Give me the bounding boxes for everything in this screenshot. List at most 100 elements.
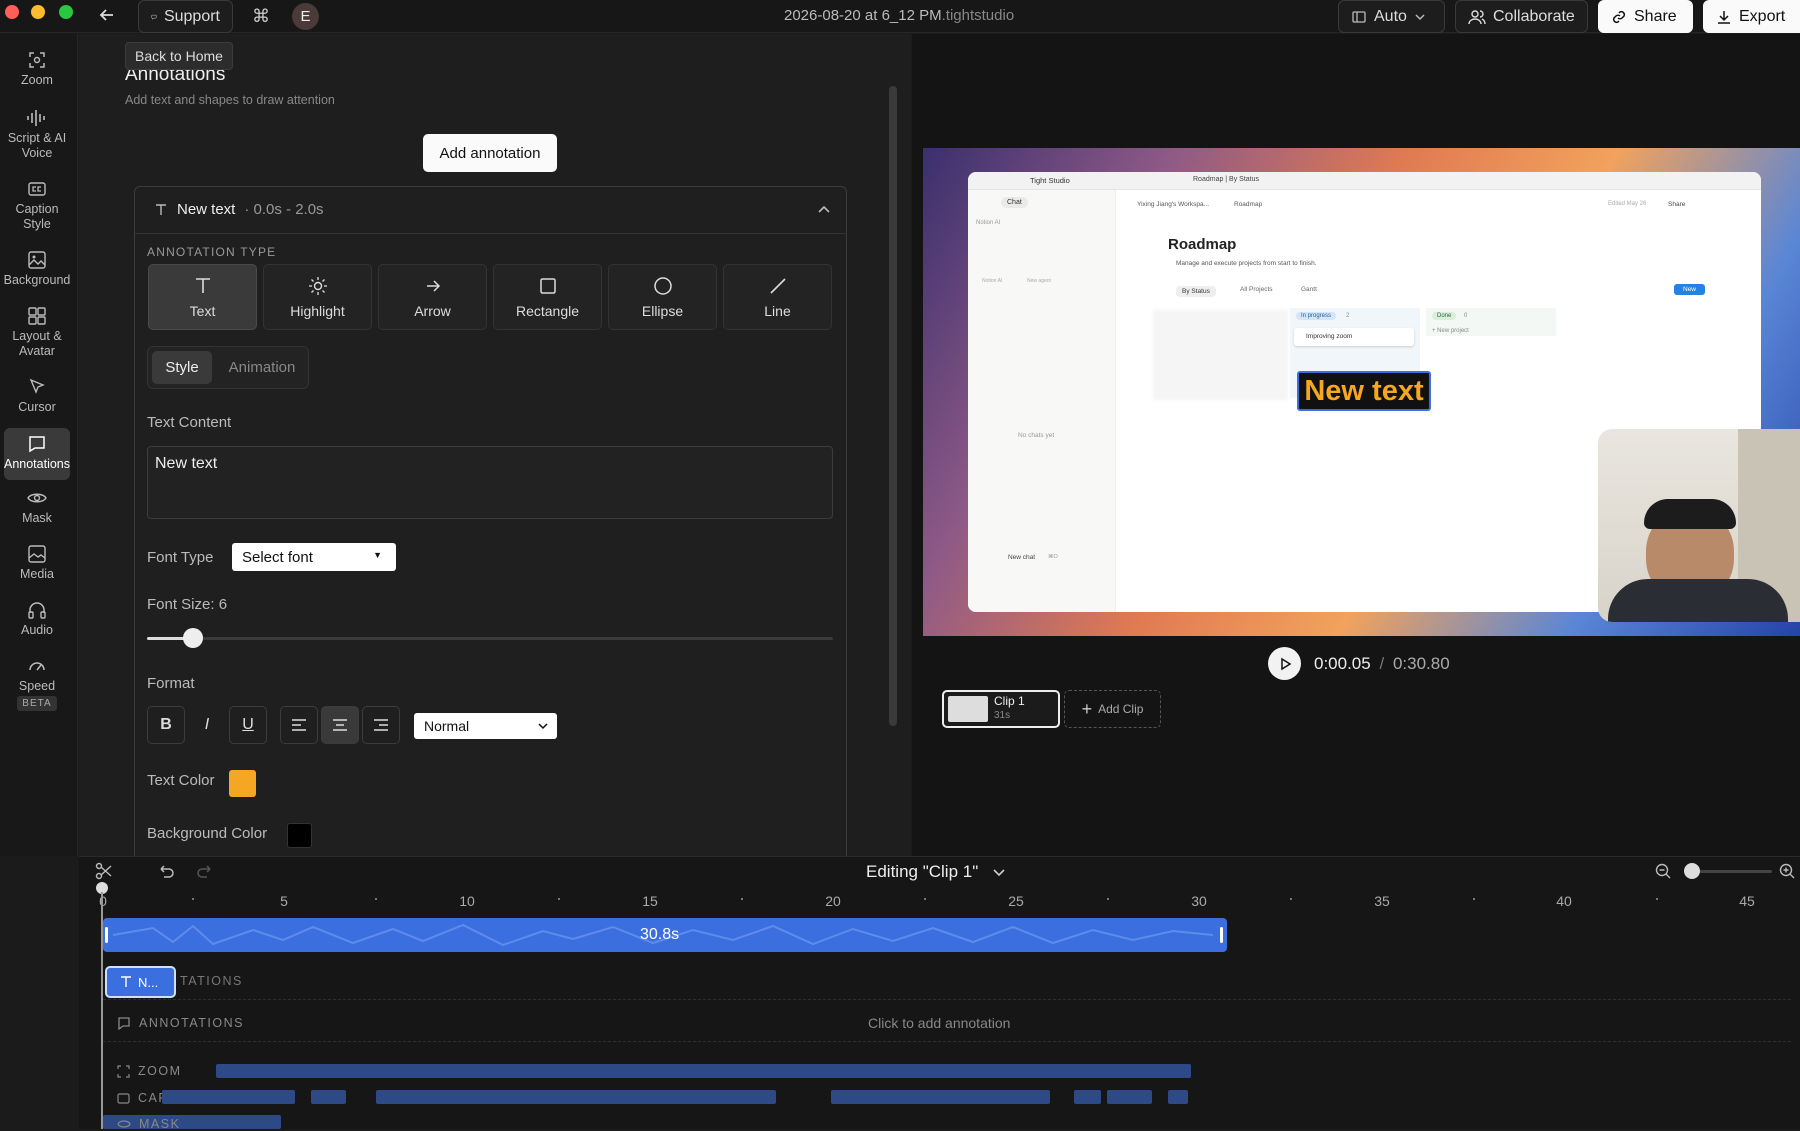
- type-ellipse-button[interactable]: Ellipse: [608, 264, 717, 330]
- text-content-input[interactable]: New text: [147, 446, 833, 519]
- ruler-minor-tick: [1290, 898, 1292, 900]
- rail-item-zoom[interactable]: Zoom: [4, 50, 70, 88]
- zoom-segment[interactable]: [216, 1064, 1191, 1078]
- rail-item-audio[interactable]: Audio: [4, 600, 70, 638]
- font-size-slider[interactable]: [147, 628, 833, 648]
- dropdown-caret-icon: ▼: [373, 550, 382, 560]
- add-annotation-button[interactable]: Add annotation: [423, 134, 557, 172]
- type-text-button[interactable]: Text: [148, 264, 257, 330]
- rail-item-speed[interactable]: Speed BETA: [4, 656, 70, 711]
- rail-item-mask[interactable]: Mask: [4, 488, 70, 526]
- back-arrow-icon[interactable]: [98, 6, 116, 29]
- slider-thumb[interactable]: [183, 628, 203, 648]
- rail-item-script-ai-voice[interactable]: Script & AI Voice: [4, 108, 70, 161]
- auto-dropdown[interactable]: Auto: [1338, 0, 1445, 33]
- user-avatar[interactable]: E: [292, 3, 319, 30]
- click-to-add-annotation[interactable]: Click to add annotation: [868, 1015, 1010, 1031]
- share-label: Share: [1634, 7, 1677, 25]
- zoom-in-icon[interactable]: [1778, 862, 1796, 885]
- webcam-avatar[interactable]: [1598, 429, 1800, 622]
- clip-1-thumbnail[interactable]: Clip 1 31s: [942, 690, 1060, 728]
- type-label: Ellipse: [641, 302, 684, 319]
- caption-segment[interactable]: [1107, 1090, 1152, 1104]
- rail-item-layout-avatar[interactable]: Layout & Avatar: [4, 306, 70, 359]
- type-highlight-button[interactable]: Highlight: [263, 264, 372, 330]
- app-share: Share: [1668, 201, 1686, 208]
- caption-segment[interactable]: [311, 1090, 346, 1104]
- app-col-count: 0: [1464, 313, 1468, 319]
- redo-icon[interactable]: [196, 862, 214, 885]
- title-bar: Support ⌘ E 2026-08-20 at 6_12 PM.tights…: [0, 0, 1800, 33]
- rail-item-annotations[interactable]: Annotations: [4, 428, 70, 480]
- background-color-swatch[interactable]: [287, 823, 312, 848]
- undo-icon[interactable]: [157, 862, 175, 885]
- bold-button[interactable]: B: [147, 706, 185, 744]
- zoom-window-button[interactable]: [59, 5, 73, 19]
- app-new-chat: New chat: [1008, 554, 1036, 561]
- rail-item-background[interactable]: Background: [4, 250, 70, 288]
- share-button[interactable]: Share: [1598, 0, 1693, 33]
- annotation-chip[interactable]: N...: [105, 966, 176, 998]
- caption-segment[interactable]: [831, 1090, 1050, 1104]
- text-color-swatch[interactable]: [229, 770, 256, 797]
- add-clip-button[interactable]: + Add Clip: [1064, 690, 1161, 728]
- font-select[interactable]: Select font ▼: [232, 543, 396, 571]
- close-window-button[interactable]: [5, 5, 19, 19]
- rail-item-cursor[interactable]: Cursor: [4, 377, 70, 415]
- play-icon: [1280, 657, 1291, 670]
- font-weight-select[interactable]: Normal: [414, 713, 557, 739]
- align-center-button[interactable]: [321, 706, 359, 744]
- app-col-count: 2: [1346, 313, 1350, 319]
- minimize-window-button[interactable]: [31, 5, 45, 19]
- rail-item-caption-style[interactable]: Caption Style: [4, 179, 70, 232]
- ellipse-icon: [653, 276, 672, 295]
- clip-trim-right-handle[interactable]: [1220, 927, 1223, 943]
- zoom-out-icon[interactable]: [1654, 862, 1672, 885]
- tab-style[interactable]: Style: [152, 351, 212, 384]
- text-content-label: Text Content: [147, 414, 232, 431]
- panel-scrollbar[interactable]: [889, 86, 897, 726]
- type-label: Arrow: [414, 302, 451, 319]
- italic-button[interactable]: I: [188, 706, 226, 744]
- type-arrow-button[interactable]: Arrow: [378, 264, 487, 330]
- rail-label: Media: [19, 567, 55, 581]
- align-right-button[interactable]: [362, 706, 400, 744]
- annotation-card-header[interactable]: New text · 0.0s - 2.0s: [134, 186, 847, 234]
- caption-segment[interactable]: [1168, 1090, 1188, 1104]
- collaborate-button[interactable]: Collaborate: [1455, 0, 1588, 33]
- webcam-hair: [1644, 499, 1736, 529]
- app-view-by-status: By Status: [1176, 286, 1216, 297]
- caption-icon: [28, 182, 46, 196]
- webcam-shirt: [1608, 579, 1788, 622]
- support-button[interactable]: Support: [138, 0, 233, 33]
- underline-button[interactable]: U: [229, 706, 267, 744]
- auto-label: Auto: [1374, 7, 1407, 25]
- rail-label: Audio: [21, 623, 53, 637]
- app-new-chat-kbd: ⌘O: [1048, 554, 1058, 560]
- annotation-track-active[interactable]: [103, 962, 1791, 1000]
- clip-trim-left-handle[interactable]: [105, 927, 108, 943]
- caption-segment[interactable]: [162, 1090, 295, 1104]
- video-clip-track[interactable]: 30.8s: [103, 918, 1227, 952]
- tab-animation[interactable]: Animation: [220, 351, 304, 384]
- export-button[interactable]: Export: [1703, 0, 1800, 33]
- type-rectangle-button[interactable]: Rectangle: [493, 264, 602, 330]
- rail-item-media[interactable]: Media: [4, 544, 70, 582]
- play-button[interactable]: [1268, 647, 1301, 680]
- video-canvas[interactable]: Tight Studio Roadmap | By Status Chat No…: [923, 148, 1800, 636]
- editing-clip-selector[interactable]: Editing "Clip 1": [866, 862, 1006, 882]
- timeline-zoom-slider[interactable]: [1684, 863, 1772, 879]
- document-title-extension: .tightstudio: [941, 7, 1015, 24]
- time-separator: /: [1379, 654, 1385, 673]
- align-left-button[interactable]: [280, 706, 318, 744]
- speedometer-icon: [29, 662, 45, 671]
- caption-segment[interactable]: [376, 1090, 776, 1104]
- type-line-button[interactable]: Line: [723, 264, 832, 330]
- chevron-up-icon[interactable]: [817, 203, 831, 217]
- command-key-icon[interactable]: ⌘: [252, 6, 270, 27]
- annotation-overlay-text[interactable]: New text: [1297, 371, 1431, 411]
- caption-segment[interactable]: [1074, 1090, 1101, 1104]
- annotations-track-label: ANNOTATIONS: [117, 1016, 244, 1030]
- slider-thumb[interactable]: [1684, 863, 1700, 879]
- caption-icon: [117, 1092, 130, 1104]
